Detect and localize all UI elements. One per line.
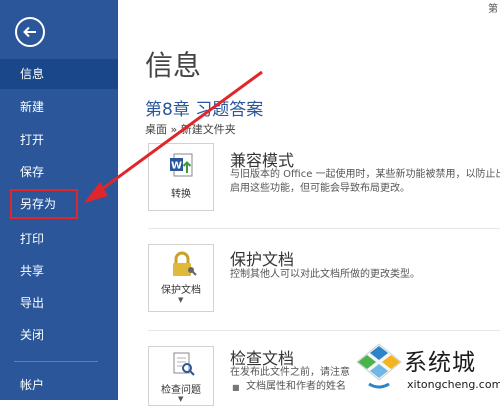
watermark: 系统城 xitongcheng.com [355,340,500,400]
watermark-logo-icon [356,343,402,389]
watermark-text: 系统城 [404,350,476,376]
watermark-url: xitongcheng.com [407,378,500,391]
